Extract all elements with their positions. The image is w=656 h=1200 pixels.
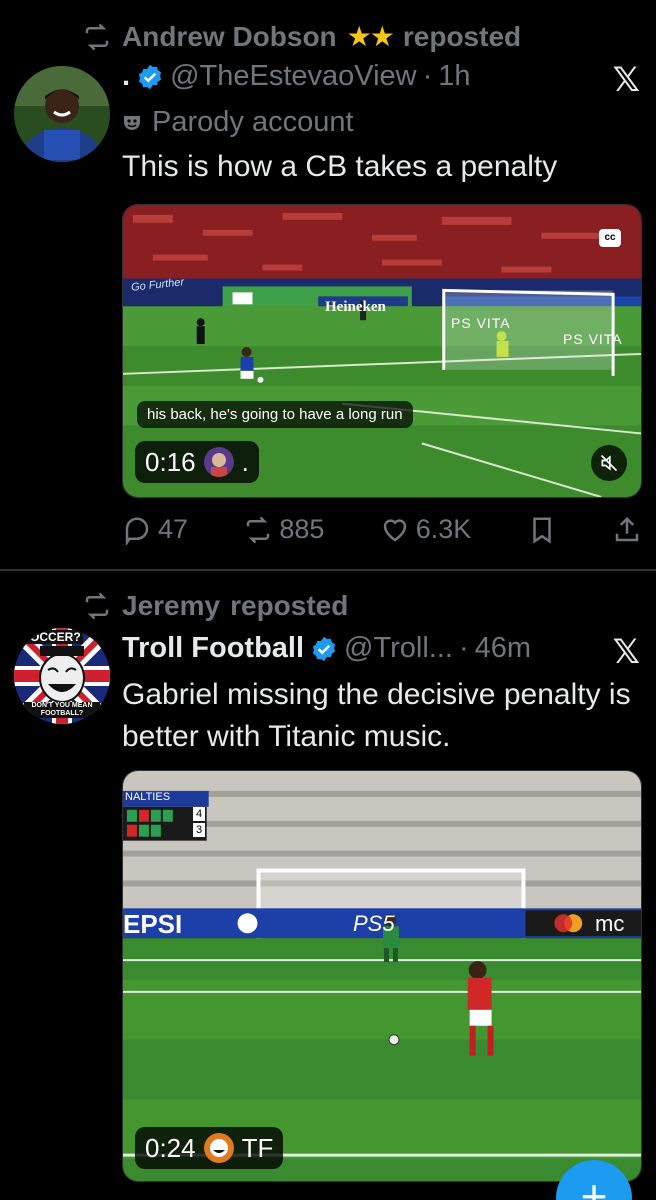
author-handle[interactable]: @TheEstevaoView [170,60,417,93]
reposter-name[interactable]: Jeremy [122,590,220,622]
post-header: Troll Football @Troll... · 46m [122,632,531,665]
timer-suffix: . [241,446,249,477]
repost-indicator: Jeremy reposted [82,590,348,622]
repost-indicator: Andrew Dobson ★★ reposted [82,20,521,53]
x-logo-icon[interactable]: 𝕏 [613,60,640,100]
like-button[interactable]: 6.3K [380,514,472,545]
repost-icon [85,23,109,50]
like-count: 6.3K [415,514,472,544]
repost-label: reposted [230,590,349,621]
scoreboard-title: NALTIES [125,791,171,803]
video-timestamp: 0:16 . [135,441,259,483]
author-name[interactable]: . [122,60,130,93]
ad-board-heineken: Heineken [325,299,386,315]
share-button[interactable] [612,515,642,545]
reply-icon [125,517,149,545]
timestamp-text: 0:16 [145,446,196,477]
post-header: . @TheEstevaoView · 1h [122,60,471,93]
timestamp-text: 0:24 [145,1132,196,1163]
verified-icon [138,64,162,89]
repost-icon [85,592,109,620]
author-handle[interactable]: @Troll... [344,632,453,665]
parody-label: Parody account [152,106,354,138]
avatar-text-top: SOCCER? [20,630,83,644]
reposter-name[interactable]: Andrew Dobson [122,21,337,53]
video-player[interactable]: NALTIES 4 3 EPSI PS5 mc 0:24 TF [122,770,642,1182]
avatar-text-bottom: DON'T YOU MEAN FOOTBALL? [24,702,100,718]
reposter-stars: ★★ [346,21,395,52]
repost-button[interactable]: 885 [243,514,324,545]
scoreboard-score-2: 3 [193,823,205,837]
scoreboard-score-1: 4 [193,807,205,821]
avatar[interactable]: SOCCER? DON'T YOU MEAN FOOTBALL? [14,628,110,724]
repost-count: 885 [279,514,325,544]
tweet-text: This is how a CB takes a penalty [122,150,558,183]
video-caption: his back, he's going to have a long run [137,401,413,428]
mask-icon [124,115,140,130]
separator-dot: · [422,60,433,92]
post-time[interactable]: 1h [438,60,470,93]
bookmark-button[interactable] [527,515,557,545]
ad-board-ps5: PS5 [353,911,395,936]
repost-label: reposted [402,20,522,52]
share-icon [615,516,639,541]
heart-icon [383,518,407,541]
separator-dot: · [458,632,469,664]
ad-board-pepsi: EPSI [123,909,183,939]
action-bar: 47 885 6.3K [122,514,642,545]
post-divider [0,569,656,571]
verified-icon [312,636,336,661]
mini-avatar [203,1133,234,1163]
video-player[interactable]: Go Further Heineken PS VITA PS VITA cc h… [122,204,642,498]
closed-captions-icon[interactable]: cc [599,229,621,247]
video-timestamp: 0:24 TF [135,1127,284,1169]
ad-board-psvita-2: PS VITA [563,331,623,347]
ad-board-mc: mc [595,911,625,936]
x-logo-icon[interactable]: 𝕏 [613,632,640,672]
post-1[interactable]: Andrew Dobson ★★ reposted . @TheEstevaoV… [0,0,656,570]
bookmark-icon [532,517,551,544]
post-time[interactable]: 46m [475,632,531,665]
reply-button[interactable]: 47 [122,514,188,545]
author-name[interactable]: Troll Football [122,632,304,665]
tweet-text: Gabriel missing the decisive penalty is … [122,678,631,753]
mini-avatar [203,447,234,477]
reply-count: 47 [158,514,189,544]
parody-badge: Parody account [122,106,354,139]
avatar[interactable] [14,66,110,162]
post-2[interactable]: Jeremy reposted SOCCER? DON'T YOU MEAN F… [0,572,656,1200]
timer-suffix: TF [241,1132,274,1163]
ad-board-psvita-1: PS VITA [451,315,511,331]
repost-icon [247,516,270,543]
mute-icon[interactable] [591,445,627,481]
